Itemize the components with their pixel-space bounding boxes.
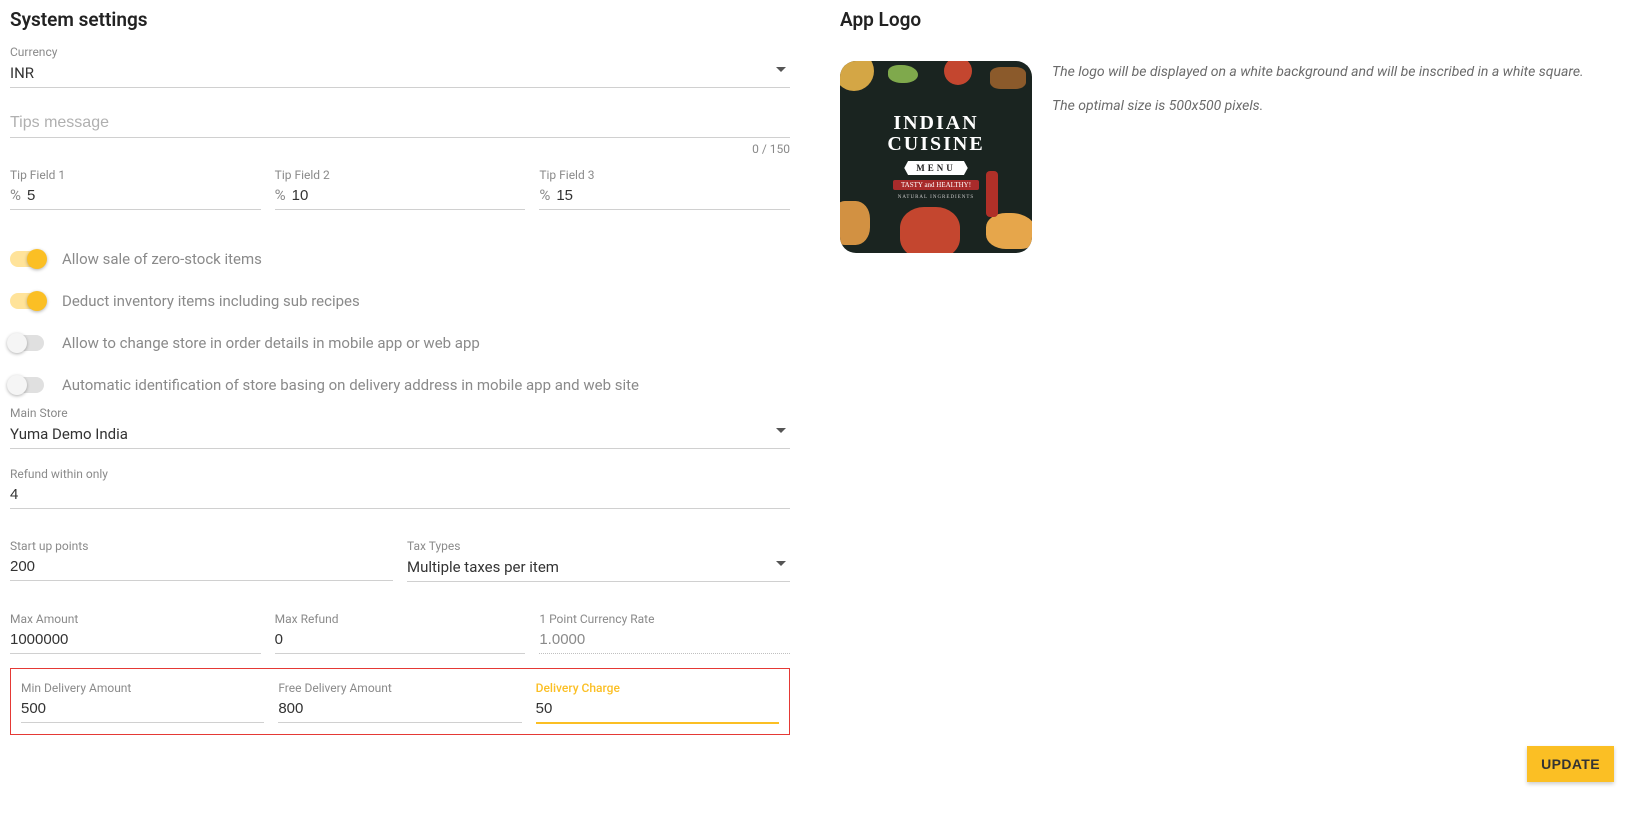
logo-tiny: NATURAL INGREDIENTS <box>840 195 1032 200</box>
food-decoration-icon <box>840 61 874 91</box>
tip-field-1-label: Tip Field 1 <box>10 168 261 182</box>
tax-types-select[interactable]: Multiple taxes per item <box>407 555 790 582</box>
chevron-down-icon <box>776 561 786 566</box>
startup-points-input[interactable] <box>10 555 393 581</box>
logo-line1: INDIAN <box>840 113 1032 134</box>
food-decoration-icon <box>900 207 960 253</box>
logo-sub: TASTY and HEALTHY! <box>893 180 979 190</box>
tip-field-1-input[interactable]: % <box>10 184 261 210</box>
logo-line2: CUISINE <box>840 134 1032 155</box>
refund-within-input[interactable] <box>10 483 790 509</box>
logo-description-2: The optimal size is 500x500 pixels. <box>1052 95 1584 117</box>
food-decoration-icon <box>840 201 870 245</box>
currency-label: Currency <box>10 45 790 59</box>
tip-field-3-value[interactable] <box>556 184 790 209</box>
toggle-auto-store[interactable] <box>10 377 44 393</box>
min-delivery-input[interactable] <box>21 697 264 723</box>
tips-message-counter: 0 / 150 <box>10 142 790 156</box>
update-button[interactable]: UPDATE <box>1527 746 1614 782</box>
app-logo-image[interactable]: INDIAN CUISINE MENU TASTY and HEALTHY! N… <box>840 61 1032 253</box>
currency-value: INR <box>10 61 790 88</box>
app-logo-title: App Logo <box>840 8 1628 31</box>
tips-message-input[interactable] <box>10 106 790 138</box>
food-decoration-icon <box>888 65 918 83</box>
toggle-auto-store-label: Automatic identification of store basing… <box>62 376 639 394</box>
refund-within-label: Refund within only <box>10 467 790 481</box>
toggle-deduct-inventory-label: Deduct inventory items including sub rec… <box>62 292 360 310</box>
main-store-label: Main Store <box>10 406 790 420</box>
food-decoration-icon <box>990 67 1026 89</box>
delivery-charge-label: Delivery Charge <box>536 681 779 695</box>
tip-field-2-input[interactable]: % <box>275 184 526 210</box>
main-store-select[interactable]: Yuma Demo India <box>10 422 790 449</box>
food-decoration-icon <box>986 213 1032 249</box>
tip-field-1-value[interactable] <box>27 184 261 209</box>
food-decoration-icon <box>944 61 972 85</box>
max-amount-label: Max Amount <box>10 612 261 626</box>
system-settings-title: System settings <box>10 8 790 31</box>
startup-points-label: Start up points <box>10 539 393 553</box>
tax-types-value: Multiple taxes per item <box>407 555 790 582</box>
toggle-zero-stock-label: Allow sale of zero-stock items <box>62 250 262 268</box>
tip-field-2-value[interactable] <box>292 184 526 209</box>
max-amount-input[interactable] <box>10 628 261 654</box>
delivery-settings-box: Min Delivery Amount Free Delivery Amount… <box>10 668 790 735</box>
point-rate-input <box>539 628 790 654</box>
tip-field-2-label: Tip Field 2 <box>275 168 526 182</box>
max-refund-label: Max Refund <box>275 612 526 626</box>
chevron-down-icon <box>776 67 786 72</box>
logo-banner: MENU <box>904 161 968 175</box>
max-refund-input[interactable] <box>275 628 526 654</box>
main-store-value: Yuma Demo India <box>10 422 790 449</box>
toggle-deduct-inventory[interactable] <box>10 293 44 309</box>
toggle-zero-stock[interactable] <box>10 251 44 267</box>
free-delivery-label: Free Delivery Amount <box>278 681 521 695</box>
delivery-charge-input[interactable] <box>536 697 779 724</box>
percent-prefix: % <box>539 186 550 204</box>
logo-description-1: The logo will be displayed on a white ba… <box>1052 61 1584 83</box>
currency-select[interactable]: INR <box>10 61 790 88</box>
percent-prefix: % <box>275 186 286 204</box>
toggle-change-store[interactable] <box>10 335 44 351</box>
percent-prefix: % <box>10 186 21 204</box>
toggle-change-store-label: Allow to change store in order details i… <box>62 334 480 352</box>
tax-types-label: Tax Types <box>407 539 790 553</box>
tip-field-3-input[interactable]: % <box>539 184 790 210</box>
chevron-down-icon <box>776 428 786 433</box>
tip-field-3-label: Tip Field 3 <box>539 168 790 182</box>
min-delivery-label: Min Delivery Amount <box>21 681 264 695</box>
free-delivery-input[interactable] <box>278 697 521 723</box>
point-rate-label: 1 Point Currency Rate <box>539 612 790 626</box>
